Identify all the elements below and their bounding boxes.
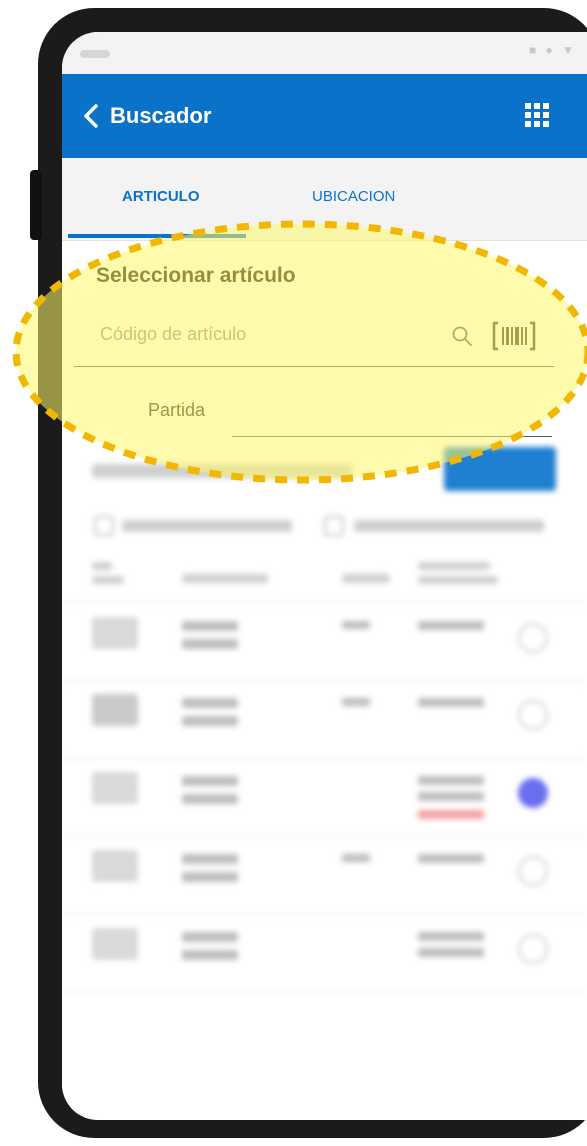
blurred-cell	[182, 776, 238, 786]
blurred-cell	[418, 792, 484, 801]
blurred-cell	[92, 772, 138, 804]
table-row	[62, 914, 587, 993]
page-title: Buscador	[110, 103, 212, 128]
phone-screen: ■ ● ▼ Buscador ARTICULO UBICACION Selecc…	[62, 32, 587, 1120]
tab-articulo[interactable]: ARTICULO	[122, 188, 200, 205]
blurred-checkbox	[324, 516, 344, 536]
blurred-cell	[418, 932, 484, 941]
row-radio	[518, 856, 548, 886]
blurred-column-header	[418, 576, 498, 584]
blurred-checkbox-label	[122, 520, 292, 532]
tab-ubicacion[interactable]: UBICACION	[312, 188, 395, 205]
article-code-placeholder: Código de artículo	[100, 324, 247, 344]
blurred-cell	[182, 950, 238, 960]
status-bar: ■ ● ▼	[62, 32, 587, 74]
app-bar: Buscador	[62, 74, 587, 158]
table-row	[62, 758, 587, 837]
phone-side-button	[30, 170, 42, 240]
blurred-cell	[182, 854, 238, 864]
row-radio	[518, 700, 548, 730]
article-code-field[interactable]: Código de artículo	[74, 310, 554, 367]
blurred-cell	[418, 776, 484, 785]
status-notch-icon	[80, 50, 110, 58]
blurred-column-header	[182, 574, 268, 583]
tab-bar: ARTICULO UBICACION	[62, 158, 587, 241]
table-row	[62, 836, 587, 915]
blurred-heading	[92, 464, 352, 478]
blurred-cell	[418, 698, 484, 707]
blurred-column-header	[342, 574, 390, 583]
table-row	[62, 602, 587, 682]
blurred-cell	[182, 716, 238, 726]
partida-input[interactable]	[232, 392, 552, 437]
back-button[interactable]	[78, 96, 108, 136]
blurred-checkbox-label	[354, 520, 544, 532]
blurred-cell	[182, 794, 238, 804]
blurred-cell	[92, 928, 138, 960]
blurred-cell	[418, 948, 484, 957]
barcode-scan-button[interactable]	[492, 320, 536, 352]
blurred-cell	[342, 854, 370, 862]
blurred-cell	[182, 639, 238, 649]
barcode-icon	[492, 321, 536, 351]
table-row	[62, 680, 587, 759]
blurred-cell	[418, 854, 484, 863]
status-icons: ■ ● ▼	[528, 43, 577, 57]
blurred-cell	[182, 621, 238, 631]
blurred-action-button	[444, 447, 556, 491]
grid-icon	[525, 103, 549, 127]
partida-label: Partida	[148, 400, 206, 420]
blurred-checkbox	[94, 516, 114, 536]
section-title: Seleccionar artículo	[96, 264, 296, 287]
blurred-results	[62, 442, 587, 1120]
blurred-cell	[92, 694, 138, 726]
blurred-cell	[92, 850, 138, 882]
row-radio	[518, 934, 548, 964]
row-radio	[518, 623, 548, 653]
blurred-column-header	[92, 562, 112, 570]
grid-menu-button[interactable]	[525, 103, 549, 127]
blurred-cell	[418, 621, 484, 630]
blurred-cell	[342, 698, 370, 706]
blurred-cell	[182, 932, 238, 942]
chevron-left-icon	[84, 104, 98, 128]
home-indicator-area	[62, 1052, 587, 1120]
row-radio-selected	[518, 778, 548, 808]
search-icon	[452, 326, 472, 346]
search-button[interactable]	[450, 324, 474, 348]
blurred-column-header	[418, 562, 490, 570]
blurred-cell	[92, 617, 138, 649]
blurred-cell	[182, 698, 238, 708]
blurred-cell	[342, 621, 370, 629]
active-tab-indicator	[68, 234, 246, 238]
blurred-cell	[182, 872, 238, 882]
blurred-column-header	[92, 576, 124, 584]
blurred-alert-cell	[418, 810, 484, 819]
